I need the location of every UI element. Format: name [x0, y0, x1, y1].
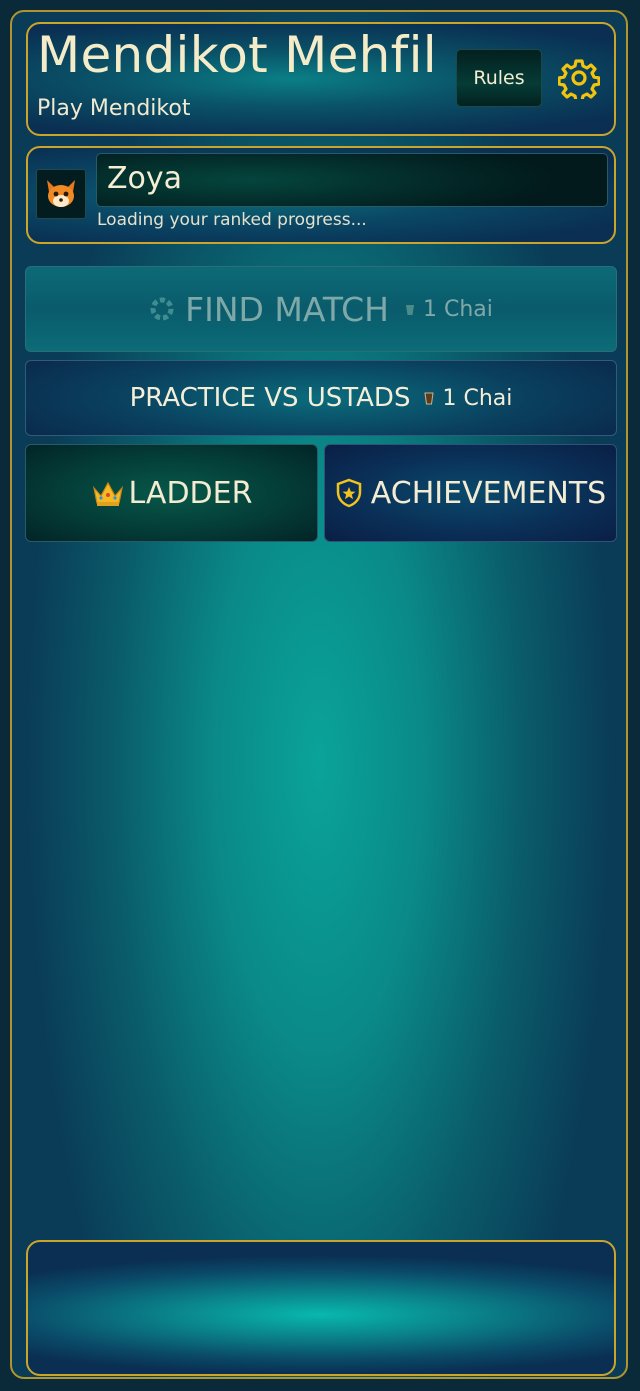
app-frame: Mendikot Mehfil Play Mendikot Rules Zoya…	[10, 10, 628, 1379]
practice-vs-ustads-button[interactable]: PRACTICE VS USTADS 1 Chai	[25, 360, 617, 436]
find-match-button[interactable]: FIND MATCH 1 Chai	[25, 266, 617, 352]
header-panel: Mendikot Mehfil Play Mendikot Rules	[26, 22, 616, 136]
gear-icon[interactable]	[557, 57, 601, 103]
ladder-button[interactable]: LADDER	[25, 444, 318, 542]
crown-icon	[92, 481, 123, 506]
ladder-label: LADDER	[128, 475, 253, 511]
find-match-cost: 1 Chai	[422, 296, 493, 322]
find-match-label: FIND MATCH	[185, 289, 389, 329]
chai-cup-icon	[424, 392, 435, 405]
rules-button[interactable]: Rules	[456, 49, 542, 107]
profile-panel: Zoya Loading your ranked progress...	[26, 146, 616, 244]
practice-cost: 1 Chai	[442, 385, 513, 411]
ranked-progress-status: Loading your ranked progress...	[97, 210, 367, 230]
practice-label: PRACTICE VS USTADS	[129, 383, 411, 413]
page-title: Mendikot Mehfil	[37, 26, 437, 84]
footer-panel	[26, 1240, 616, 1376]
achievements-label: ACHIEVEMENTS	[370, 475, 607, 511]
page-subtitle: Play Mendikot	[37, 96, 191, 121]
achievements-button[interactable]: ACHIEVEMENTS	[324, 444, 617, 542]
chai-cup-icon	[405, 305, 414, 315]
spinner-icon	[150, 297, 174, 321]
fox-avatar-icon[interactable]	[36, 169, 86, 219]
player-name-field[interactable]: Zoya	[96, 153, 608, 207]
shield-star-icon	[336, 478, 362, 508]
